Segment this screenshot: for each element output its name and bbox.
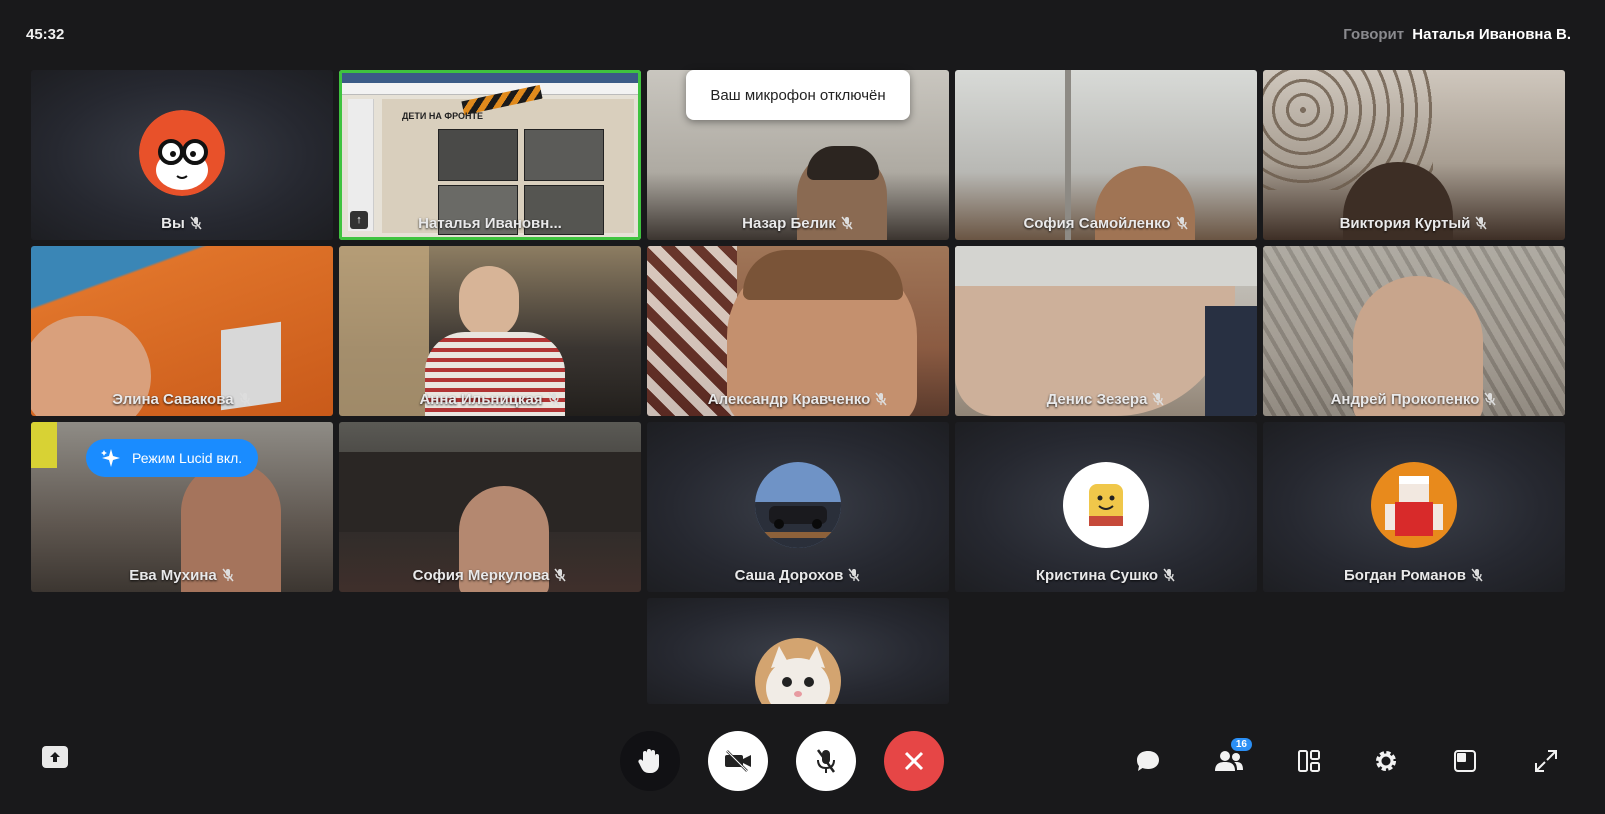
participant-tile[interactable]: Денис Зезера — [955, 246, 1257, 416]
speaker-name: Наталья Ивановна В. — [1412, 26, 1571, 43]
participant-name: Элина Савакова — [112, 391, 234, 408]
mic-muted-icon — [221, 568, 235, 582]
participant-name: Вы — [161, 215, 185, 232]
participant-tile-self[interactable]: Вы — [31, 70, 333, 240]
end-call-icon — [903, 750, 925, 772]
participant-name: София Самойленко — [1023, 215, 1171, 232]
participant-tile[interactable]: Элина Савакова — [31, 246, 333, 416]
avatar — [1371, 462, 1457, 548]
participant-name: София Меркулова — [412, 567, 550, 584]
active-speaker: Говорит Наталья Ивановна В. — [1343, 26, 1571, 43]
raise-hand-button[interactable] — [620, 731, 680, 791]
speaker-prefix: Говорит — [1343, 26, 1405, 43]
layout-icon[interactable] — [1294, 746, 1324, 776]
camera-toggle-button[interactable] — [708, 731, 768, 791]
settings-icon[interactable] — [1371, 746, 1401, 776]
fullscreen-icon[interactable] — [1531, 746, 1561, 776]
mic-muted-icon — [1162, 568, 1176, 582]
participant-tile-partial[interactable] — [647, 598, 949, 704]
slide-title: ДЕТИ НА ФРОНТЕ — [402, 111, 483, 121]
participant-label: Андрей Прокопенко — [1263, 391, 1565, 408]
upload-icon[interactable] — [42, 746, 68, 768]
mic-muted-icon — [874, 392, 888, 406]
participant-label: Виктория Куртый — [1263, 215, 1565, 232]
participant-label: Элина Савакова — [31, 391, 333, 408]
participant-label: Денис Зезера — [955, 391, 1257, 408]
participant-name: Кристина Сушко — [1035, 567, 1159, 584]
participant-name: Денис Зезера — [1046, 391, 1148, 408]
lucid-mode-badge[interactable]: Режим Lucid вкл. — [86, 439, 259, 477]
mic-off-icon — [815, 748, 837, 774]
participant-label: Ева Мухина — [31, 567, 333, 584]
participant-label: Назар Белик — [647, 215, 949, 232]
video-grid: Вы ДЕТИ НА ФРОНТЕ ↑ Наталья Ивановн... Н… — [31, 70, 1573, 704]
participant-tile[interactable]: Андрей Прокопенко — [1263, 246, 1565, 416]
participant-label: Кристина Сушко — [955, 567, 1257, 584]
participants-icon[interactable]: 16 — [1214, 738, 1252, 776]
raise-hand-icon — [637, 747, 663, 775]
sparkle-icon — [100, 447, 122, 469]
mic-muted-icon — [1474, 216, 1488, 230]
participant-label: Наталья Ивановн... — [339, 215, 641, 232]
mic-muted-toast: Ваш микрофон отключён — [686, 70, 910, 120]
mic-muted-icon — [1151, 392, 1165, 406]
mic-muted-icon — [847, 568, 861, 582]
mic-muted-icon — [553, 568, 567, 582]
participant-tile[interactable]: София Самойленко — [955, 70, 1257, 240]
participant-name: Виктория Куртый — [1339, 215, 1471, 232]
participants-count-badge: 16 — [1230, 738, 1252, 751]
participant-tile[interactable]: Александр Кравченко — [647, 246, 949, 416]
camera-off-icon — [723, 750, 753, 772]
participant-name: Александр Кравченко — [707, 391, 871, 408]
participant-name: Ева Мухина — [129, 567, 217, 584]
participant-name: Саша Дорохов — [734, 567, 844, 584]
participant-label: Анна Ильницкая — [339, 391, 641, 408]
participant-name: Анна Ильницкая — [419, 391, 543, 408]
participant-name: Наталья Ивановн... — [418, 215, 562, 232]
mic-muted-icon — [547, 392, 561, 406]
participant-name: Андрей Прокопенко — [1330, 391, 1480, 408]
participant-label: София Самойленко — [955, 215, 1257, 232]
participant-label: София Меркулова — [339, 567, 641, 584]
shared-screen: ДЕТИ НА ФРОНТЕ ↑ — [342, 73, 638, 237]
mic-muted-icon — [1470, 568, 1484, 582]
mic-toggle-button[interactable] — [796, 731, 856, 791]
participant-label: Богдан Романов — [1263, 567, 1565, 584]
call-timer: 45:32 — [26, 26, 65, 43]
avatar — [755, 638, 841, 704]
end-call-button[interactable] — [884, 731, 944, 791]
avatar — [755, 462, 841, 548]
participant-tile[interactable]: Саша Дорохов — [647, 422, 949, 592]
avatar — [139, 110, 225, 196]
participant-name: Назар Белик — [742, 215, 836, 232]
participant-label: Саша Дорохов — [647, 567, 949, 584]
participant-label: Вы — [31, 215, 333, 232]
chat-icon[interactable] — [1133, 746, 1163, 776]
participant-tile[interactable]: Кристина Сушко — [955, 422, 1257, 592]
mic-muted-icon — [238, 392, 252, 406]
participant-tile-screenshare[interactable]: ДЕТИ НА ФРОНТЕ ↑ Наталья Ивановн... — [339, 70, 641, 240]
avatar — [1063, 462, 1149, 548]
mic-muted-icon — [189, 216, 203, 230]
participant-tile[interactable]: Анна Ильницкая — [339, 246, 641, 416]
participant-tile[interactable]: Богдан Романов — [1263, 422, 1565, 592]
mic-muted-icon — [1483, 392, 1497, 406]
pip-icon[interactable] — [1450, 746, 1480, 776]
mic-muted-icon — [840, 216, 854, 230]
mic-muted-icon — [1175, 216, 1189, 230]
participant-tile[interactable]: Виктория Куртый — [1263, 70, 1565, 240]
participant-label: Александр Кравченко — [647, 391, 949, 408]
participant-name: Богдан Романов — [1344, 567, 1466, 584]
lucid-mode-label: Режим Lucid вкл. — [132, 450, 243, 466]
participant-tile[interactable]: София Меркулова — [339, 422, 641, 592]
